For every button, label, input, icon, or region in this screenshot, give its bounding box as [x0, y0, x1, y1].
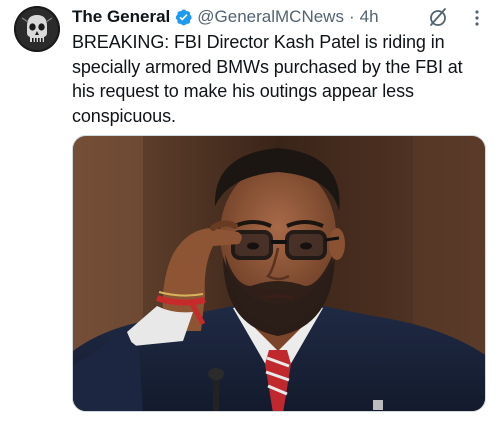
verified-badge-icon[interactable] — [174, 8, 193, 27]
tweet-card[interactable]: The General @GeneralMCNews · 4h BREAKING… — [0, 0, 500, 421]
tweet-text-line: BREAKING: FBI Director Kash Patel is rid… — [72, 32, 445, 52]
tweet-text: BREAKING: FBI Director Kash Patel is rid… — [72, 30, 492, 128]
author-display-name[interactable]: The General — [72, 5, 170, 29]
skull-avatar-icon — [14, 6, 60, 52]
author-handle[interactable]: @GeneralMCNews — [197, 5, 344, 29]
header-separator: · — [348, 7, 355, 26]
tweet-header: The General @GeneralMCNews · 4h — [72, 5, 379, 29]
vertical-dots-icon[interactable] — [474, 8, 480, 28]
tweet-text-line: conspicuous. — [72, 105, 176, 126]
tweet-text-line: his request to make his outings appear l… — [72, 81, 414, 101]
author-avatar[interactable] — [14, 6, 60, 52]
grok-slash-circle-icon[interactable] — [427, 6, 449, 28]
post-timestamp[interactable]: 4h — [360, 5, 379, 29]
tweet-photo[interactable] — [72, 135, 486, 412]
photo-illustration — [73, 136, 485, 411]
tweet-text-line: specially armored BMWs purchased by the … — [72, 56, 463, 77]
